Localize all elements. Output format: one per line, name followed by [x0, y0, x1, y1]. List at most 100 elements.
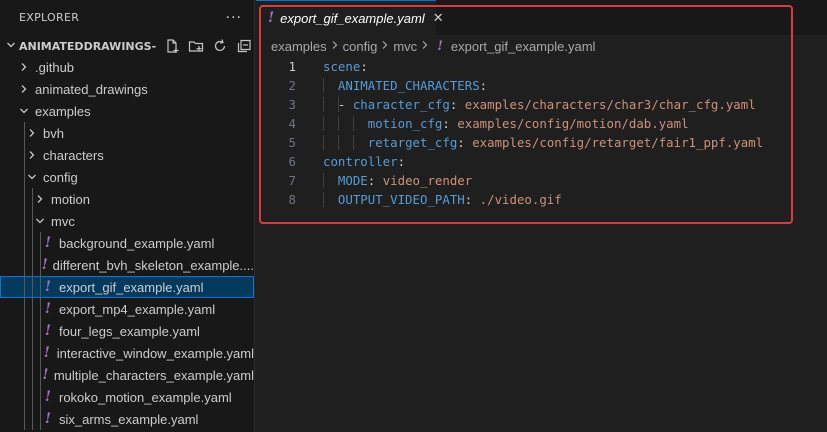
chevron-right-icon[interactable] [16, 62, 32, 72]
breadcrumb-item-config[interactable]: config [343, 39, 378, 54]
tree-file-item[interactable]: ! four_legs_example.yaml [0, 320, 254, 342]
indent-guide [323, 135, 324, 150]
breadcrumb-item-examples[interactable]: examples [271, 39, 327, 54]
chevron-down-icon[interactable] [32, 216, 48, 226]
yaml-value: examples/config/motion/dab.yaml [457, 116, 689, 131]
indent-guide [32, 298, 33, 320]
chevron-right-icon[interactable] [16, 84, 32, 94]
workspace-folder-row[interactable]: ANIMATEDDRAWINGS-... [0, 35, 254, 57]
tree-item-label: motion [51, 191, 91, 207]
yaml-key: MODE [337, 173, 368, 188]
chevron-right-icon[interactable] [24, 128, 40, 138]
code-line[interactable]: 1 scene: [256, 57, 827, 76]
more-actions-icon[interactable]: ··· [226, 10, 242, 26]
tree-folder-examples[interactable]: examples [0, 100, 254, 122]
tree-item-label: mvc [51, 213, 75, 229]
indent-guide [323, 173, 324, 188]
tree-folder-bvh[interactable]: bvh [0, 122, 254, 144]
tree-folder-config[interactable]: config [0, 166, 254, 188]
indent-guide [32, 386, 33, 408]
tree-item-label: characters [43, 147, 104, 163]
tree-folder--github[interactable]: .github [0, 56, 254, 78]
code-line[interactable]: 2 ANIMATED_CHARACTERS: [256, 76, 827, 95]
tree-folder-motion[interactable]: motion [0, 188, 254, 210]
yaml-colon: : [479, 78, 488, 93]
indent-guide [40, 254, 41, 276]
close-icon[interactable]: ✕ [433, 11, 444, 26]
indent-guide [24, 342, 25, 364]
line-number: 8 [288, 192, 296, 207]
breadcrumb-item-file[interactable]: export_gif_example.yaml [451, 39, 596, 54]
yaml-colon: : [464, 192, 480, 207]
explorer-title: EXPLORER [19, 11, 80, 24]
tree-folder-mvc[interactable]: mvc [0, 210, 254, 232]
tree-file-item[interactable]: ! different_bvh_skeleton_example.... [0, 254, 254, 276]
code-editor[interactable]: 1 scene: 2 ANIMATED_CHARACTERS: 3 - charact… [256, 57, 827, 209]
code-line[interactable]: 5 retarget_cfg: examples/config/retarget… [256, 133, 827, 152]
line-content: retarget_cfg: examples/config/retarget/f… [323, 135, 763, 150]
tree-item-label: rokoko_motion_example.yaml [59, 389, 232, 405]
code-line[interactable]: 3 - character_cfg: examples/characters/c… [256, 95, 827, 114]
code-line[interactable]: 8 OUTPUT_VIDEO_PATH: ./video.gif [256, 190, 827, 209]
indent-guide [24, 298, 25, 320]
chevron-down-icon[interactable] [24, 172, 40, 182]
tree-item-label: bvh [43, 125, 64, 141]
indent-guide [40, 276, 41, 298]
new-folder-icon[interactable] [187, 38, 205, 54]
tree-folder-animated-drawings[interactable]: animated_drawings [0, 78, 254, 100]
new-file-icon[interactable] [163, 38, 181, 54]
chevron-right-icon[interactable] [24, 150, 40, 160]
breadcrumb-item-mvc[interactable]: mvc [393, 39, 417, 54]
chevron-down-icon[interactable] [4, 40, 18, 53]
yaml-file-icon: ! [42, 367, 49, 383]
collapse-all-icon[interactable] [235, 38, 253, 54]
yaml-file-icon: ! [44, 301, 52, 317]
yaml-key: character_cfg [352, 97, 450, 112]
code-line[interactable]: 6 controller: [256, 152, 827, 171]
tree-file-item[interactable]: ! rokoko_motion_example.yaml [0, 386, 254, 408]
refresh-icon[interactable] [211, 38, 229, 54]
tree-file-item[interactable]: ! export_mp4_example.yaml [0, 298, 254, 320]
yaml-key: retarget_cfg [367, 135, 458, 150]
indent-guide [32, 254, 33, 276]
yaml-file-icon: ! [268, 10, 275, 26]
tab-export-gif-example[interactable]: ! export_gif_example.yaml ✕ [256, 0, 444, 35]
line-content: scene: [323, 59, 368, 74]
tree-file-item[interactable]: ! six_arms_example.yaml [0, 408, 254, 430]
tree-item-label: four_legs_example.yaml [59, 323, 200, 339]
file-tree: .github animated_drawings examples bvh chara… [0, 56, 254, 430]
indent-guide [24, 386, 25, 408]
tree-folder-characters[interactable]: characters [0, 144, 254, 166]
indent-guide [24, 232, 25, 254]
indent-guide [353, 135, 355, 150]
indent-guide [24, 122, 25, 144]
tree-item-label: export_gif_example.yaml [59, 279, 204, 295]
indent-guide [24, 408, 25, 430]
code-line[interactable]: 7 MODE: video_render [256, 171, 827, 190]
tree-file-item[interactable]: ! multiple_characters_example.yaml [0, 364, 254, 386]
tree-item-label: multiple_characters_example.yaml [53, 367, 254, 383]
yaml-key: scene [323, 59, 361, 74]
yaml-file-icon: ! [44, 279, 52, 295]
indent-guide [32, 408, 33, 430]
code-line[interactable]: 4 motion_cfg: examples/config/motion/dab… [256, 114, 827, 133]
yaml-file-icon: ! [41, 257, 48, 273]
chevron-down-icon[interactable] [16, 106, 32, 116]
yaml-dash: - [337, 97, 353, 112]
yaml-colon: : [442, 116, 458, 131]
line-content: controller: [323, 154, 405, 169]
tree-item-label: background_example.yaml [59, 235, 215, 251]
tree-file-item[interactable]: ! interactive_window_example.yaml [0, 342, 254, 364]
yaml-colon: : [367, 173, 383, 188]
chevron-right-icon [381, 40, 389, 53]
tree-file-item[interactable]: ! export_gif_example.yaml [0, 276, 254, 298]
tree-file-item[interactable]: ! background_example.yaml [0, 232, 254, 254]
line-number: 4 [288, 116, 296, 131]
chevron-right-icon[interactable] [32, 194, 48, 204]
yaml-file-icon: ! [437, 38, 443, 54]
tree-item-label: animated_drawings [35, 81, 148, 97]
